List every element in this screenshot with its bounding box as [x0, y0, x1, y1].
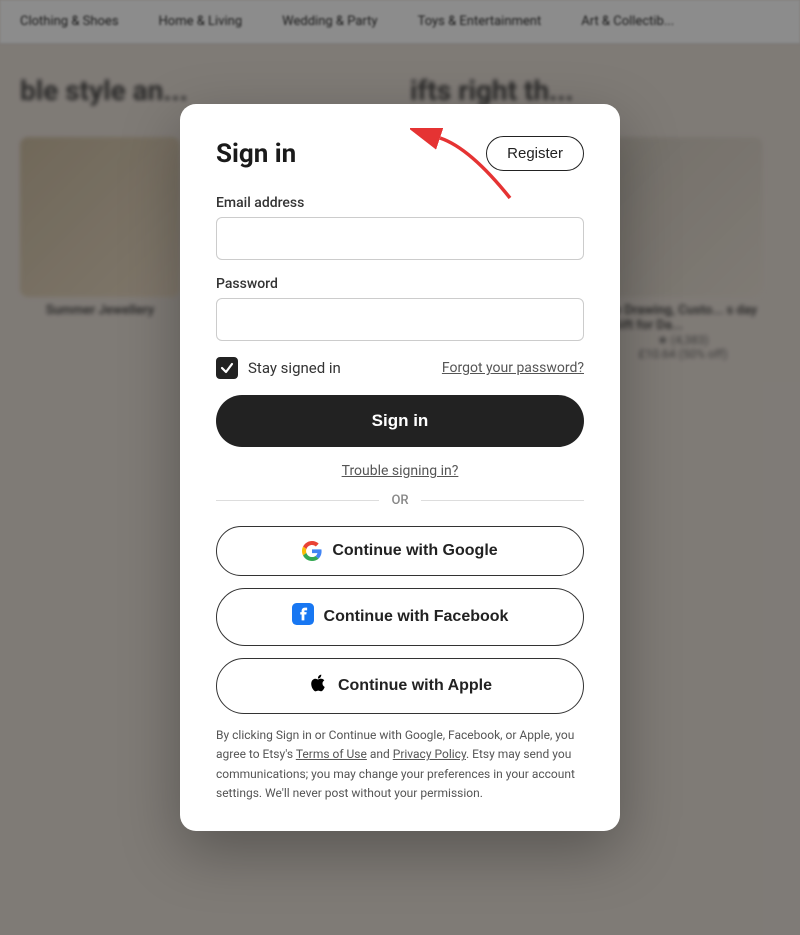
legal-text: By clicking Sign in or Continue with Goo…	[216, 726, 584, 803]
trouble-signing-link[interactable]: Trouble signing in?	[216, 463, 584, 479]
checkbox-row: Stay signed in Forgot your password?	[216, 357, 584, 379]
password-label: Password	[216, 276, 584, 292]
or-divider: OR	[216, 493, 584, 508]
stay-signed-group: Stay signed in	[216, 357, 341, 379]
privacy-policy-link[interactable]: Privacy Policy	[393, 747, 466, 761]
email-label: Email address	[216, 195, 584, 211]
google-label: Continue with Google	[332, 542, 497, 560]
register-button[interactable]: Register	[486, 136, 584, 171]
email-input[interactable]	[216, 217, 584, 260]
terms-of-use-link[interactable]: Terms of Use	[296, 747, 367, 761]
google-icon	[302, 541, 322, 561]
facebook-label: Continue with Facebook	[324, 608, 509, 626]
stay-signed-checkbox[interactable]	[216, 357, 238, 379]
email-group: Email address	[216, 195, 584, 260]
legal-and: and	[367, 747, 393, 761]
apple-icon	[308, 673, 328, 699]
modal-header: Sign in Register	[216, 136, 584, 171]
or-line-right	[421, 500, 584, 501]
sign-in-button[interactable]: Sign in	[216, 395, 584, 447]
apple-label: Continue with Apple	[338, 677, 492, 695]
sign-in-modal: Sign in Register Email address Password …	[180, 104, 620, 831]
or-text: OR	[391, 493, 408, 508]
modal-title: Sign in	[216, 139, 296, 169]
password-input[interactable]	[216, 298, 584, 341]
google-button[interactable]: Continue with Google	[216, 526, 584, 576]
forgot-password-link[interactable]: Forgot your password?	[442, 360, 584, 376]
facebook-button[interactable]: Continue with Facebook	[216, 588, 584, 646]
apple-button[interactable]: Continue with Apple	[216, 658, 584, 714]
facebook-icon	[292, 603, 314, 631]
stay-signed-label: Stay signed in	[248, 359, 341, 377]
or-line-left	[216, 500, 379, 501]
modal-overlay: Sign in Register Email address Password …	[0, 0, 800, 935]
password-group: Password	[216, 276, 584, 341]
